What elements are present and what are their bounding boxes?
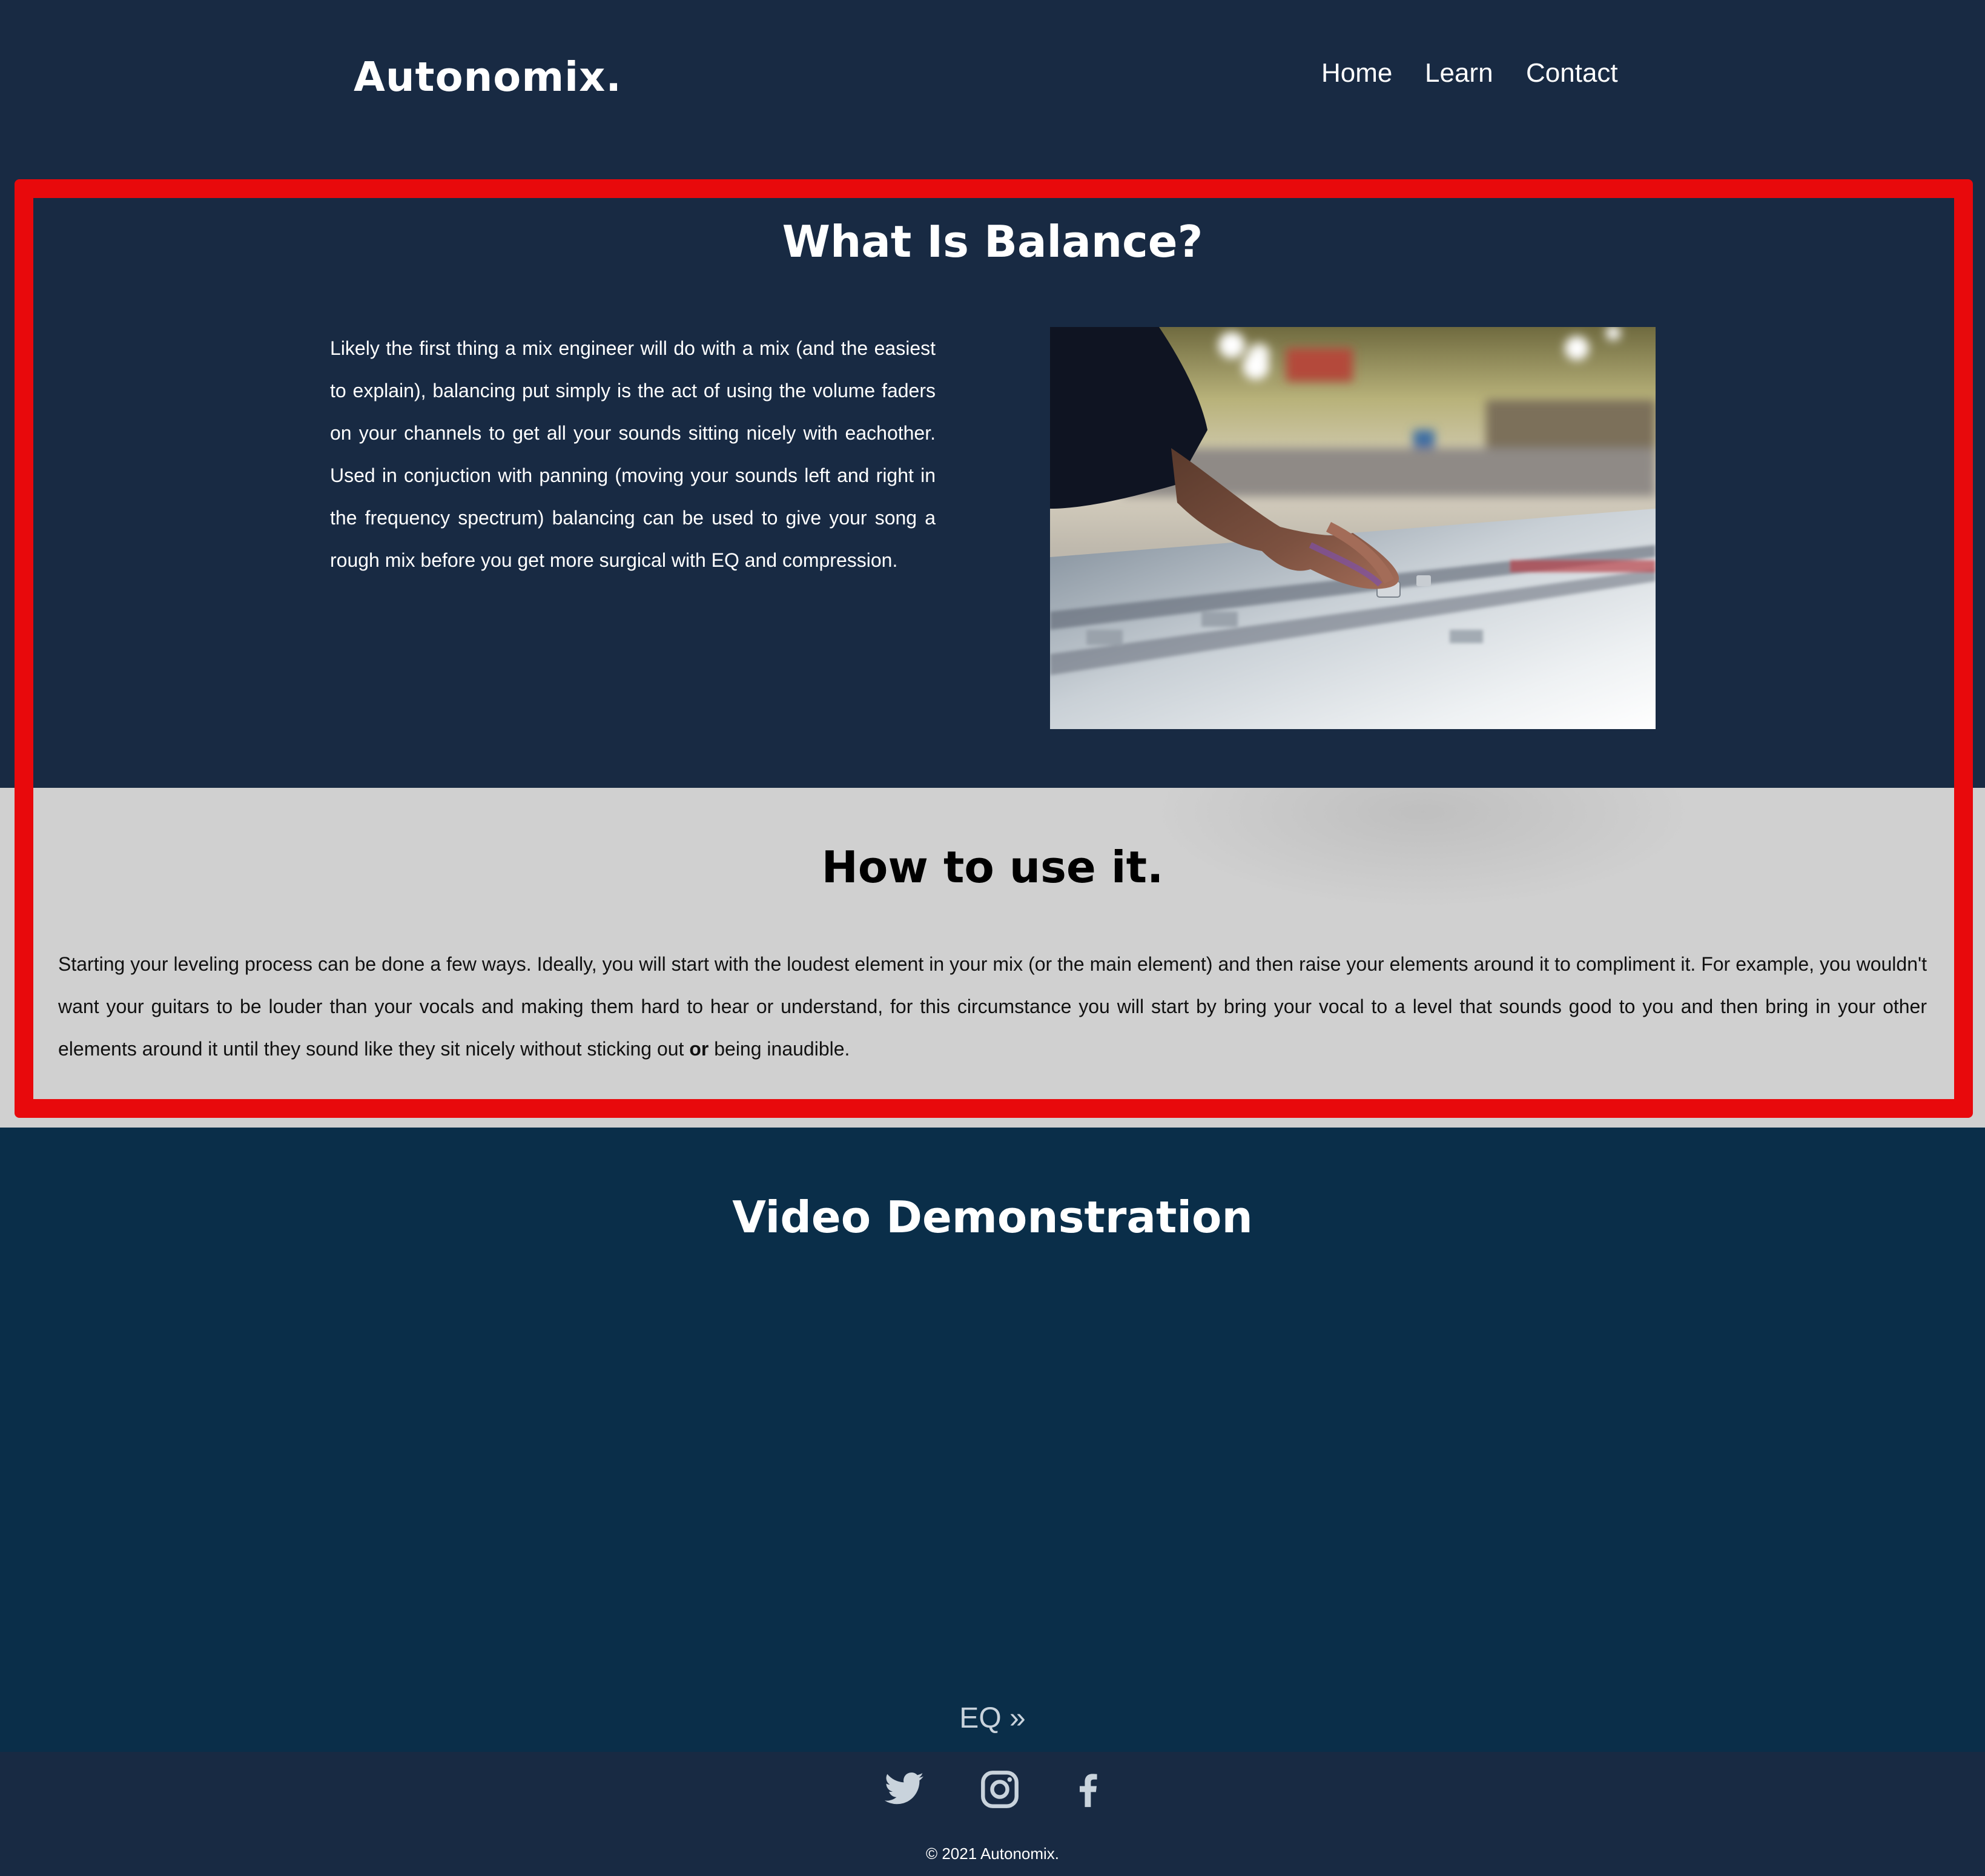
nav-home[interactable]: Home bbox=[1321, 58, 1392, 88]
video-title: Video Demonstration bbox=[732, 1192, 1253, 1243]
site-header bbox=[0, 0, 1985, 182]
instagram-icon[interactable] bbox=[979, 1768, 1021, 1811]
howto-title: How to use it. bbox=[821, 842, 1164, 893]
balance-section bbox=[0, 182, 1985, 788]
mixing-console-photo bbox=[1050, 327, 1656, 729]
twitter-icon[interactable] bbox=[883, 1768, 925, 1811]
copyright: © 2021 Autonomix. bbox=[925, 1845, 1060, 1863]
howto-text-start: Starting your leveling process can be do… bbox=[58, 953, 1927, 1060]
nav-learn[interactable]: Learn bbox=[1425, 58, 1493, 88]
site-logo[interactable]: Autonomix. bbox=[354, 53, 622, 101]
howto-paragraph: Starting your leveling process can be do… bbox=[58, 943, 1927, 1070]
howto-text-end: being inaudible. bbox=[708, 1038, 850, 1060]
facebook-icon[interactable] bbox=[1067, 1768, 1109, 1811]
howto-text-bold: or bbox=[689, 1038, 709, 1060]
balance-title: What Is Balance? bbox=[782, 216, 1203, 267]
next-page-link[interactable]: EQ » bbox=[0, 1702, 1985, 1735]
balance-paragraph: Likely the first thing a mix engineer wi… bbox=[330, 337, 936, 571]
nav-contact[interactable]: Contact bbox=[1526, 58, 1618, 88]
